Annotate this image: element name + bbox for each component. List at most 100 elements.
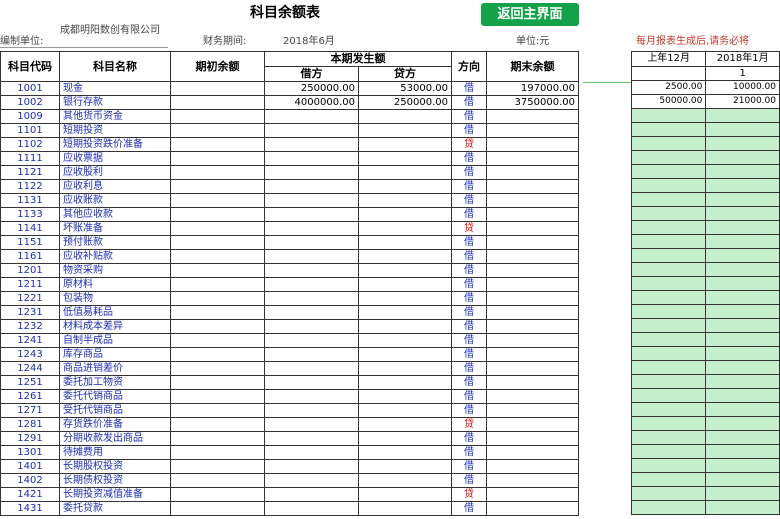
credit-amount-cell[interactable]	[358, 151, 452, 166]
account-code-cell[interactable]: 1102	[0, 137, 60, 152]
monthly-cell[interactable]	[630, 458, 707, 473]
opening-balance-cell[interactable]	[170, 277, 265, 292]
opening-balance-cell[interactable]	[170, 459, 265, 474]
account-name-cell[interactable]: 自制半成品	[59, 333, 171, 348]
account-code-cell[interactable]: 1301	[0, 445, 60, 460]
return-main-button[interactable]: 返回主界面	[481, 3, 579, 26]
account-code-cell[interactable]: 1101	[0, 123, 60, 138]
debit-amount-cell[interactable]	[264, 403, 359, 418]
monthly-cell[interactable]	[630, 444, 707, 459]
monthly-cell[interactable]	[630, 206, 707, 221]
debit-amount-cell[interactable]	[264, 123, 359, 138]
direction-cell[interactable]: 借	[451, 249, 487, 264]
direction-cell[interactable]: 借	[451, 291, 487, 306]
account-code-cell[interactable]: 1151	[0, 235, 60, 250]
credit-amount-cell[interactable]	[358, 487, 452, 502]
credit-amount-cell[interactable]	[358, 389, 452, 404]
credit-amount-cell[interactable]	[358, 305, 452, 320]
direction-cell[interactable]: 借	[451, 431, 487, 446]
account-name-cell[interactable]: 银行存款	[59, 95, 171, 110]
account-code-cell[interactable]: 1243	[0, 347, 60, 362]
account-name-cell[interactable]: 库存商品	[59, 347, 171, 362]
monthly-cell[interactable]	[705, 374, 780, 389]
monthly-cell[interactable]	[630, 290, 707, 305]
closing-balance-cell[interactable]	[486, 193, 579, 208]
direction-cell[interactable]: 借	[451, 179, 487, 194]
credit-amount-cell[interactable]	[358, 277, 452, 292]
closing-balance-cell[interactable]	[486, 361, 579, 376]
opening-balance-cell[interactable]	[170, 263, 265, 278]
debit-amount-cell[interactable]: 250000.00	[264, 81, 359, 96]
account-code-cell[interactable]: 1281	[0, 417, 60, 432]
account-code-cell[interactable]: 1201	[0, 263, 60, 278]
closing-balance-cell[interactable]	[486, 473, 579, 488]
debit-amount-cell[interactable]	[264, 347, 359, 362]
direction-cell[interactable]: 借	[451, 445, 487, 460]
opening-balance-cell[interactable]	[170, 123, 265, 138]
monthly-cell[interactable]	[630, 150, 707, 165]
account-code-cell[interactable]: 1211	[0, 277, 60, 292]
direction-cell[interactable]: 借	[451, 109, 487, 124]
account-name-cell[interactable]: 分期收款发出商品	[59, 431, 171, 446]
monthly-cell[interactable]	[705, 402, 780, 417]
debit-amount-cell[interactable]	[264, 193, 359, 208]
opening-balance-cell[interactable]	[170, 81, 265, 96]
monthly-cell[interactable]	[630, 374, 707, 389]
monthly-cell[interactable]	[705, 234, 780, 249]
opening-balance-cell[interactable]	[170, 361, 265, 376]
direction-cell[interactable]: 借	[451, 403, 487, 418]
monthly-cell[interactable]	[705, 318, 780, 333]
account-name-cell[interactable]: 长期投资减值准备	[59, 487, 171, 502]
closing-balance-cell[interactable]	[486, 333, 579, 348]
monthly-cell[interactable]	[630, 500, 707, 515]
opening-balance-cell[interactable]	[170, 95, 265, 110]
credit-amount-cell[interactable]	[358, 361, 452, 376]
direction-cell[interactable]: 借	[451, 375, 487, 390]
direction-cell[interactable]: 借	[451, 151, 487, 166]
account-name-cell[interactable]: 委托加工物资	[59, 375, 171, 390]
account-code-cell[interactable]: 1401	[0, 459, 60, 474]
opening-balance-cell[interactable]	[170, 487, 265, 502]
debit-amount-cell[interactable]	[264, 333, 359, 348]
opening-balance-cell[interactable]	[170, 207, 265, 222]
account-name-cell[interactable]: 预付账款	[59, 235, 171, 250]
credit-amount-cell[interactable]	[358, 263, 452, 278]
account-name-cell[interactable]: 低值易耗品	[59, 305, 171, 320]
debit-amount-cell[interactable]	[264, 361, 359, 376]
account-code-cell[interactable]: 1251	[0, 375, 60, 390]
opening-balance-cell[interactable]	[170, 319, 265, 334]
account-name-cell[interactable]: 商品进销差价	[59, 361, 171, 376]
debit-amount-cell[interactable]	[264, 305, 359, 320]
closing-balance-cell[interactable]: 3750000.00	[486, 95, 579, 110]
closing-balance-cell[interactable]	[486, 347, 579, 362]
direction-cell[interactable]: 贷	[451, 137, 487, 152]
closing-balance-cell[interactable]	[486, 235, 579, 250]
account-code-cell[interactable]: 1221	[0, 291, 60, 306]
opening-balance-cell[interactable]	[170, 501, 265, 516]
monthly-cell[interactable]	[705, 500, 780, 515]
account-name-cell[interactable]: 短期投资跌价准备	[59, 137, 171, 152]
debit-amount-cell[interactable]	[264, 263, 359, 278]
account-code-cell[interactable]: 1431	[0, 501, 60, 516]
account-name-cell[interactable]: 长期股权投资	[59, 459, 171, 474]
debit-amount-cell[interactable]	[264, 445, 359, 460]
debit-amount-cell[interactable]	[264, 235, 359, 250]
account-code-cell[interactable]: 1111	[0, 151, 60, 166]
monthly-cell[interactable]	[705, 276, 780, 291]
direction-cell[interactable]: 借	[451, 263, 487, 278]
closing-balance-cell[interactable]	[486, 291, 579, 306]
credit-amount-cell[interactable]	[358, 235, 452, 250]
debit-amount-cell[interactable]: 4000000.00	[264, 95, 359, 110]
account-code-cell[interactable]: 1232	[0, 319, 60, 334]
direction-cell[interactable]: 借	[451, 361, 487, 376]
account-code-cell[interactable]: 1161	[0, 249, 60, 264]
debit-amount-cell[interactable]	[264, 431, 359, 446]
credit-amount-cell[interactable]	[358, 165, 452, 180]
debit-amount-cell[interactable]	[264, 277, 359, 292]
monthly-cell[interactable]	[630, 136, 707, 151]
monthly-cell[interactable]	[630, 276, 707, 291]
monthly-cell[interactable]	[630, 416, 707, 431]
closing-balance-cell[interactable]	[486, 207, 579, 222]
closing-balance-cell[interactable]	[486, 305, 579, 320]
account-name-cell[interactable]: 待摊费用	[59, 445, 171, 460]
